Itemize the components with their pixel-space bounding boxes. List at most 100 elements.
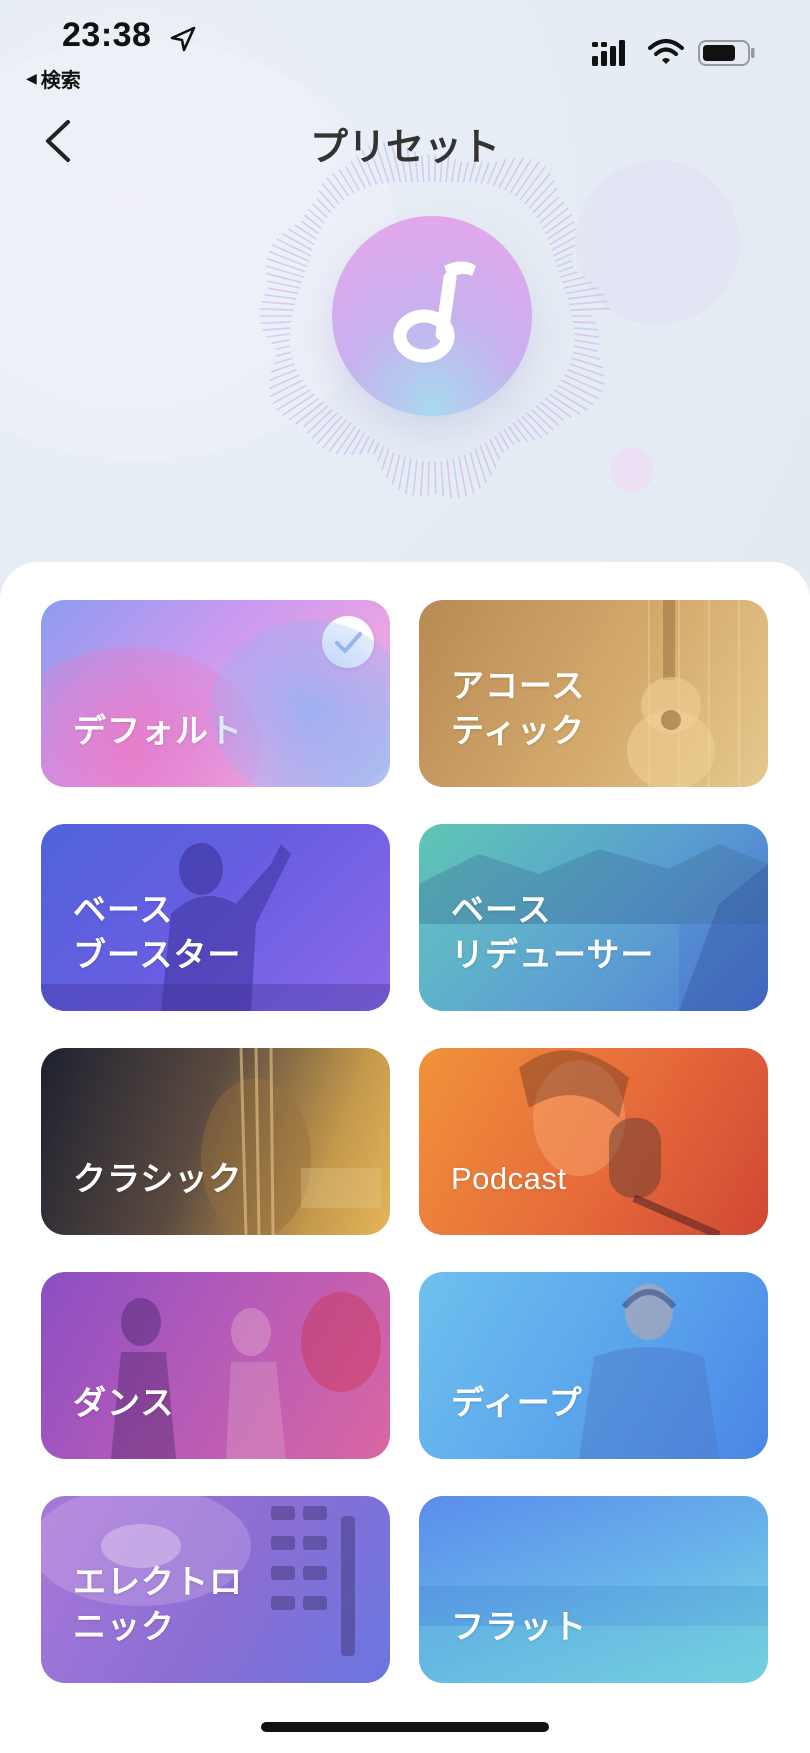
visualizer-bar [294, 224, 317, 240]
visualizer-bar [544, 397, 572, 418]
visualizer-bar [573, 327, 599, 331]
preset-label: アコース ティック [451, 666, 586, 750]
preset-card-dance[interactable]: ダンス [41, 1272, 390, 1459]
selected-checkmark [322, 616, 374, 668]
cellular-signal-icon [592, 40, 625, 66]
visualizer-bar [303, 214, 322, 229]
visualizer-bar [561, 275, 586, 284]
visualizer-bar [269, 379, 303, 398]
singer-microphone-image [519, 1050, 721, 1235]
ocean-horizon-image [419, 1586, 768, 1683]
preset-card-acoustic[interactable]: アコース ティック [419, 600, 768, 787]
visualizer-bar [259, 307, 294, 311]
visualizer-bar [366, 439, 375, 454]
header-hero [0, 0, 810, 580]
visualizer-bar [440, 461, 445, 497]
visualizer-bar [560, 271, 578, 279]
back-app-label: 検索 [40, 68, 81, 92]
visualizer-bar [574, 333, 600, 338]
preset-card-bass-reducer[interactable]: ベース リデューサー [419, 824, 768, 1011]
visualizer-bar [458, 456, 468, 497]
visualizer-bar [567, 368, 605, 385]
page-title: プリセット [309, 125, 500, 169]
preset-label: ベース ブースター [73, 890, 242, 974]
checkmark-icon [335, 632, 362, 653]
visualizer-bar [551, 236, 576, 251]
visualizer-bar [268, 374, 300, 390]
battery-icon [698, 40, 755, 66]
music-note-logo-icon [393, 261, 476, 363]
visualizer-bar [572, 351, 601, 360]
preset-card-electronic[interactable]: エレクトロ ニック [41, 1496, 390, 1683]
visualizer-bar [264, 294, 297, 300]
visualizer-bar [521, 415, 543, 439]
preset-label: ベース リデューサー [451, 890, 655, 974]
preset-label: フラット [451, 1607, 587, 1646]
preset-label: ディープ [451, 1383, 583, 1422]
back-to-app-link[interactable]: ◀ 検索 [26, 64, 81, 93]
visualizer-bar [569, 300, 608, 306]
visualizer-bar [281, 232, 313, 251]
preset-label: デフォルト [73, 711, 243, 750]
visualizer-bar [268, 250, 308, 268]
location-arrow-icon [170, 26, 196, 52]
visualizer-bar [556, 260, 572, 268]
dancers-image [111, 1292, 381, 1459]
visualizer-bar [419, 461, 424, 497]
visualizer-bar [274, 357, 293, 365]
visualizer-bar [391, 454, 401, 485]
status-time: 23:38 [62, 16, 152, 54]
visualizer-bar [452, 458, 460, 499]
visualizer-bar [267, 280, 301, 289]
preset-card-bass-booster[interactable]: ベース ブースター [41, 824, 390, 1011]
back-triangle-icon: ◀ [26, 70, 37, 87]
visualizer-bar [267, 287, 299, 295]
visualizer-bar [563, 281, 593, 289]
preset-card-flat[interactable]: フラット [419, 1496, 768, 1683]
visualizer-bar [398, 456, 406, 490]
visualizer-bar [271, 363, 295, 373]
visualizer-bar [343, 428, 361, 456]
visualizer-bar [446, 460, 452, 498]
preset-card-classic[interactable]: クラシック [41, 1048, 390, 1235]
visualizer-bar [434, 461, 437, 494]
visualizer-bar [266, 257, 306, 273]
visualizer-bar [427, 461, 430, 496]
visualizer-bar [385, 451, 395, 479]
visualizer-bar [549, 228, 576, 246]
visualizer-bar [558, 265, 574, 273]
visualizer-bar [539, 201, 565, 224]
preset-label: クラシック [73, 1159, 243, 1198]
visualizer-bar [307, 208, 325, 224]
visualizer-bar [570, 307, 610, 311]
preset-label: ダンス [73, 1383, 175, 1422]
visualizer-bar [540, 401, 564, 421]
preset-card-podcast[interactable]: Podcast [419, 1048, 768, 1235]
preset-label: エレクトロ ニック [73, 1562, 243, 1646]
man-headphones-image [579, 1284, 719, 1459]
visualizer-bar [262, 327, 291, 332]
visualizer-bar [266, 333, 290, 338]
visualizer-bar [536, 196, 560, 219]
visualizer-bar [275, 345, 291, 351]
visualizer-bar [554, 252, 573, 262]
visualizer-bar [338, 168, 355, 194]
visualizer-bar [573, 321, 596, 324]
visualizer-bar [331, 172, 350, 197]
wifi-icon [648, 39, 684, 64]
visualizer-bar [516, 418, 536, 441]
visualizer-bar [351, 432, 366, 456]
visualizer-bar [318, 189, 336, 209]
visualizer-bar [376, 445, 385, 463]
visualizer-bar [276, 351, 292, 357]
preset-card-deep[interactable]: ディープ [419, 1272, 768, 1459]
visualizer-bar [512, 422, 529, 443]
home-indicator[interactable] [261, 1722, 549, 1732]
visualizer-bar [574, 339, 600, 346]
visualizer-bar [567, 293, 604, 300]
cello-image [201, 1048, 381, 1235]
visualizer-bar [547, 220, 575, 240]
visualizer-bar [260, 321, 291, 324]
preset-card-default[interactable]: デフォルト [41, 600, 390, 787]
visualizer-bar [564, 374, 603, 393]
